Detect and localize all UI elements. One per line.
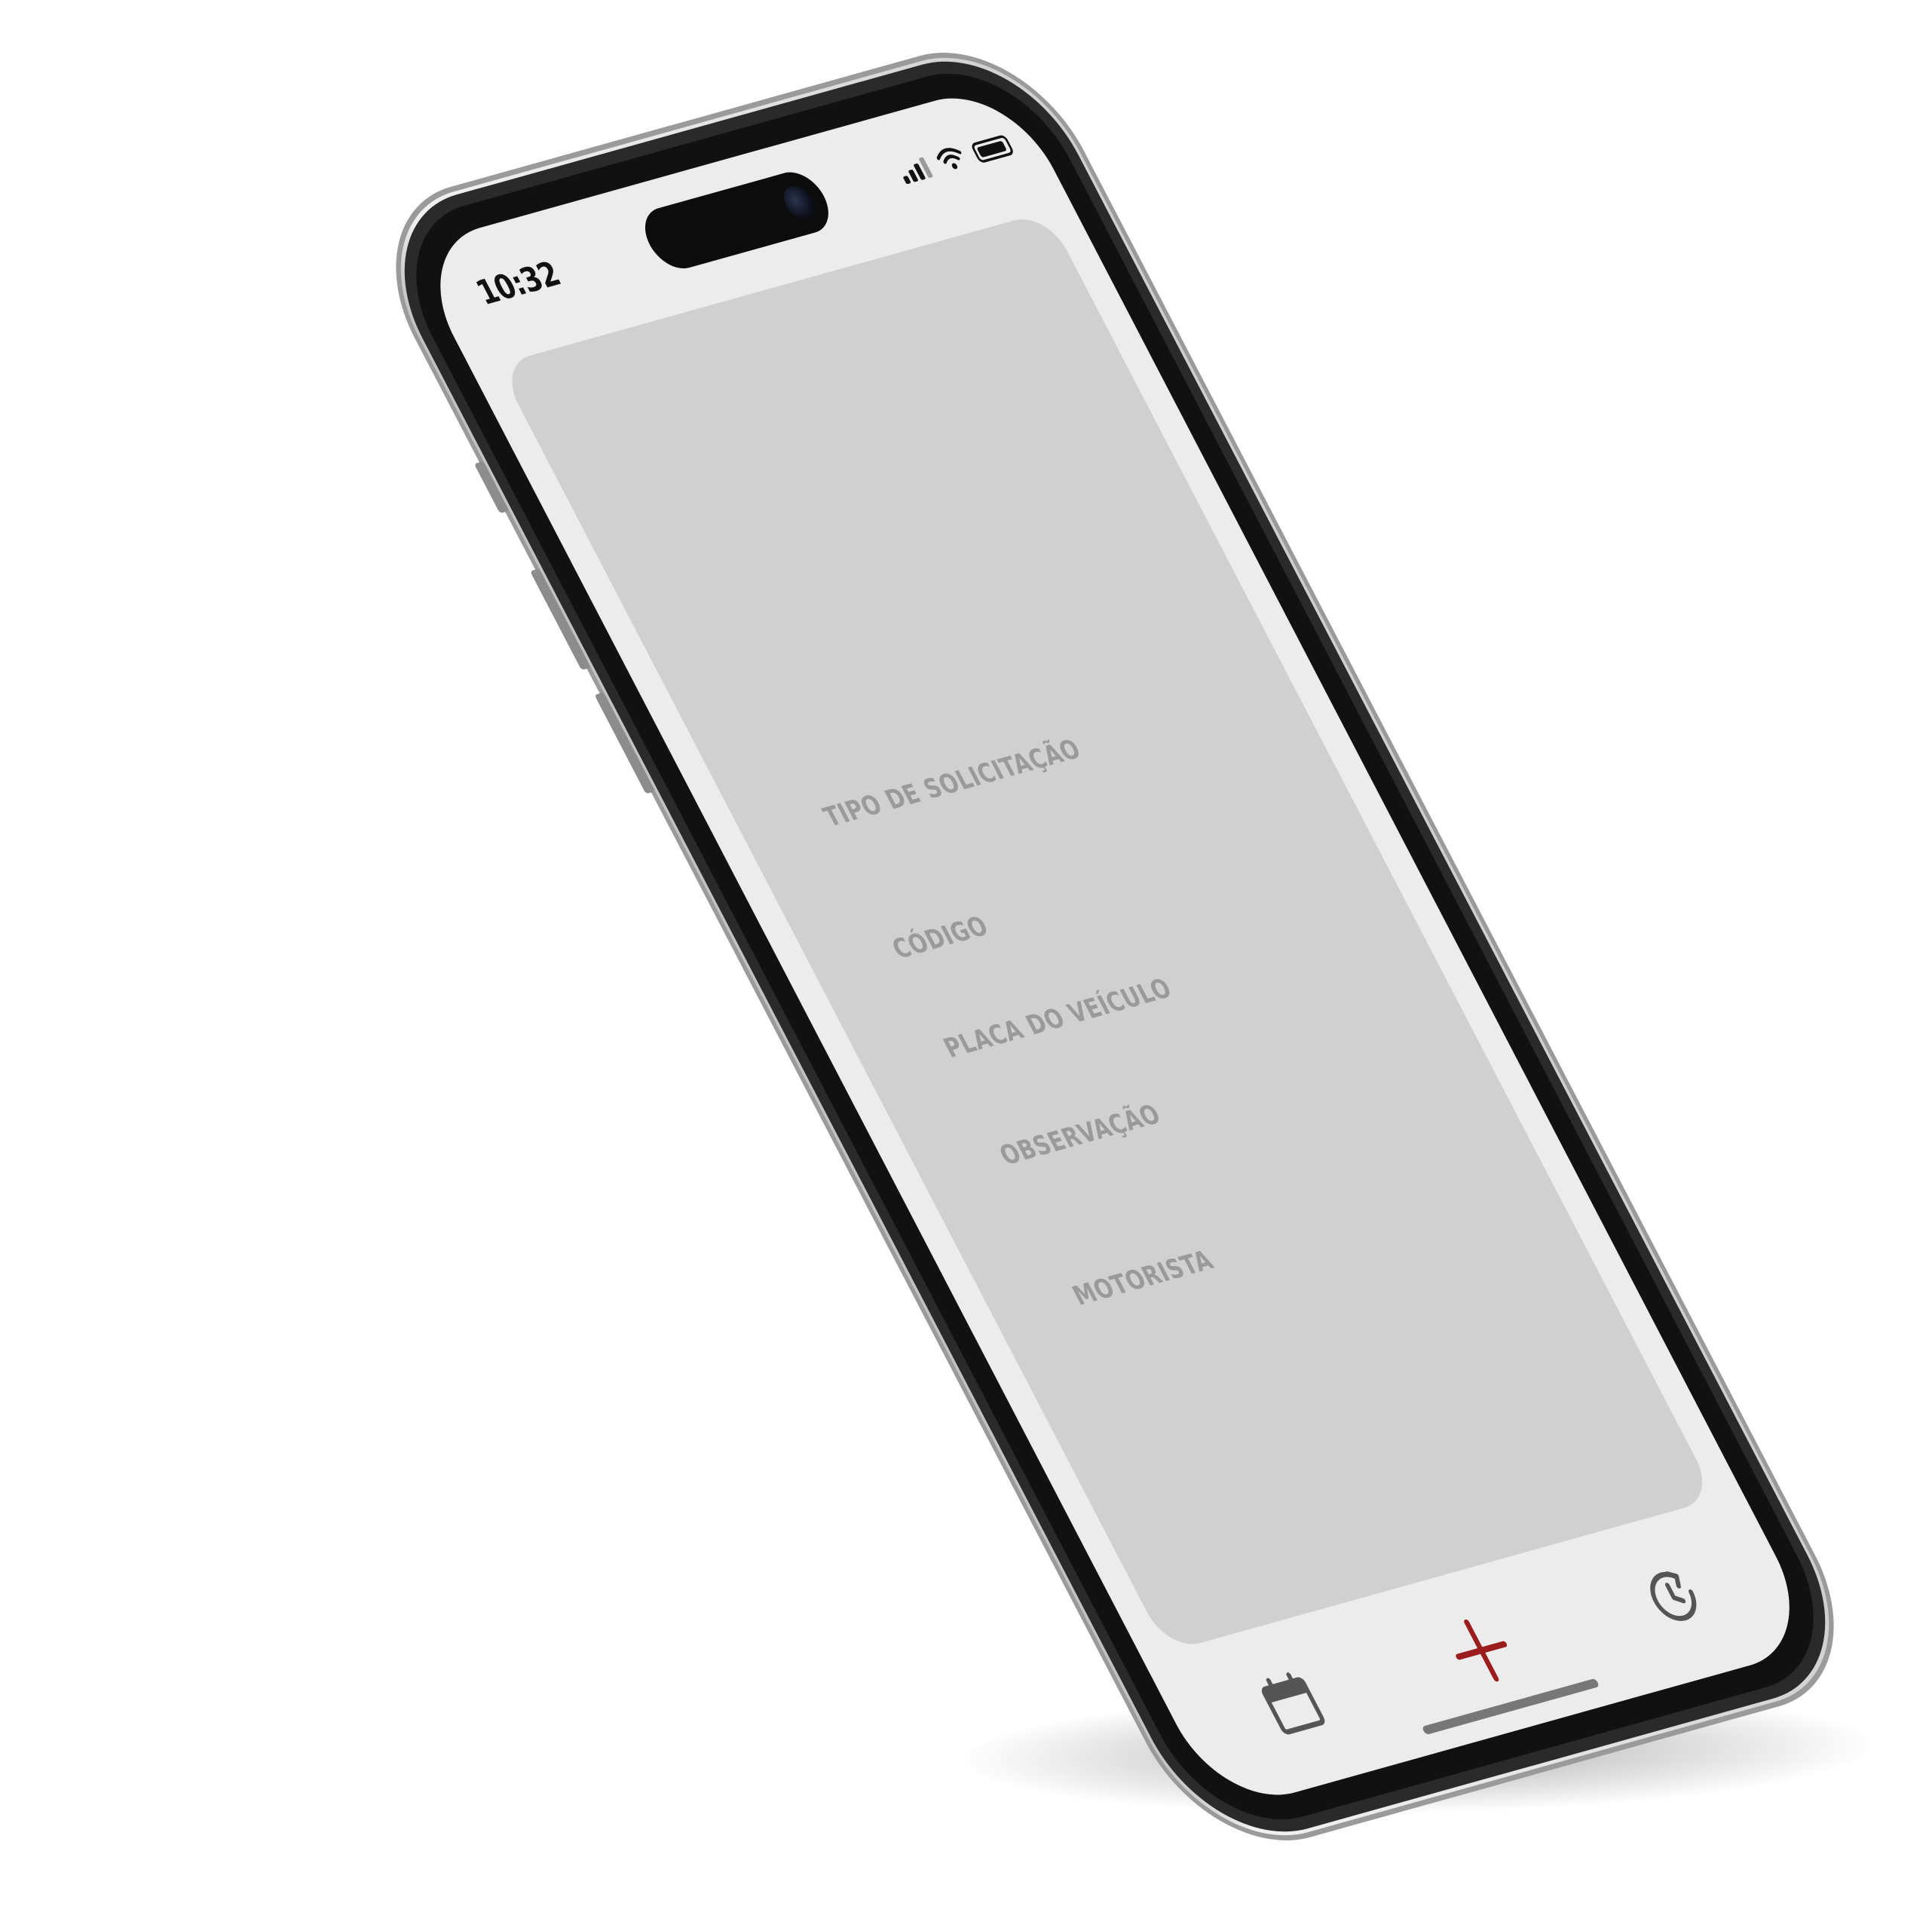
- field-label-tipo-de-solicitacao: TIPO DE SOLICITAÇÃO: [818, 733, 1087, 834]
- status-icons: [895, 131, 1015, 185]
- field-label-placa-do-veiculo: PLACA DO VEÍCULO: [938, 973, 1177, 1065]
- field-label-codigo: CÓDIGO: [887, 910, 994, 965]
- plus-icon: [1456, 1619, 1508, 1682]
- field-label-motorista: MOTORISTA: [1067, 1245, 1219, 1312]
- tab-add[interactable]: [1432, 1605, 1531, 1696]
- history-clock-icon: [1650, 1571, 1697, 1621]
- signal-icon: [896, 157, 934, 185]
- tab-calendar[interactable]: [1242, 1658, 1341, 1749]
- form-card: TIPO DE SOLICITAÇÃO CÓDIGO PLACA DO VEÍC…: [498, 211, 1717, 1653]
- phone-screen: 10:32 TIPO DE SOLICITAÇÃO CÓDIGO PLACA D: [407, 80, 1823, 1813]
- phone-device: 10:32 TIPO DE SOLICITAÇÃO CÓDIGO PLACA D: [351, 28, 1879, 1865]
- wifi-icon: [936, 148, 962, 170]
- scene: 10:32 TIPO DE SOLICITAÇÃO CÓDIGO PLACA D: [0, 0, 1932, 1915]
- front-camera-icon: [777, 182, 822, 223]
- field-label-observacao: OBSERVAÇÃO: [994, 1099, 1167, 1172]
- battery-icon: [969, 134, 1015, 164]
- tab-history[interactable]: [1624, 1551, 1722, 1642]
- dynamic-island: [634, 166, 840, 275]
- status-time: 10:32: [470, 254, 567, 313]
- calendar-icon: [1261, 1672, 1325, 1735]
